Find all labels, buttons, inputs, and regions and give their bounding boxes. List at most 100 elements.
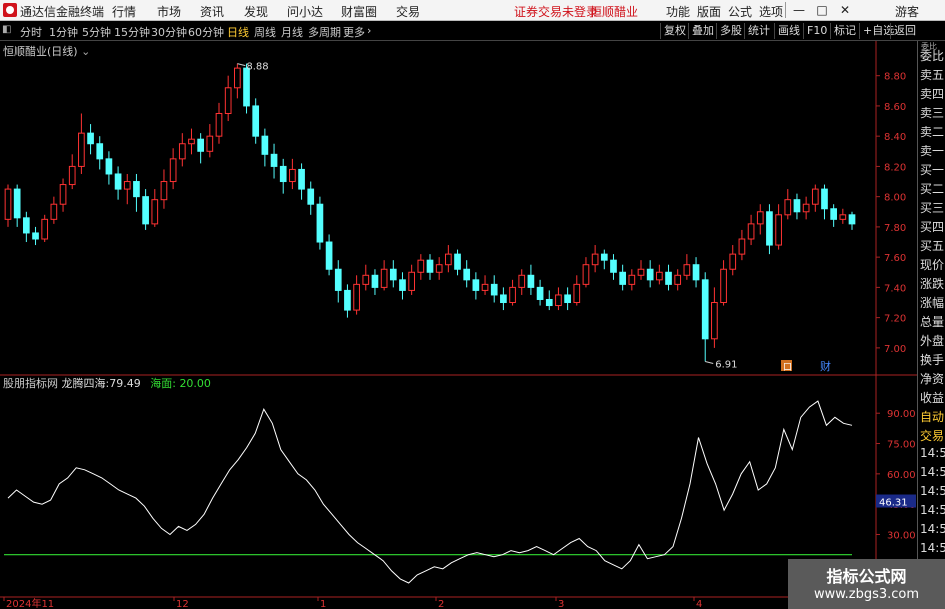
candle-body [509,286,516,304]
menu-zixun[interactable]: 资讯 [200,3,224,20]
candle-body [591,253,599,266]
candle-body [142,196,149,225]
maximize-icon[interactable]: □ [813,1,831,19]
period-5min[interactable]: 5分钟 [82,24,111,40]
menu-wenxiaoda[interactable]: 问小达 [287,3,323,20]
candle-body [610,259,617,273]
high-label: 8.88 [246,62,268,73]
stock-name: 恒顺醋业 [590,5,639,19]
duogu-button[interactable]: 多股 [716,23,745,39]
side-item[interactable]: 买五 [920,237,944,254]
menu-faxian[interactable]: 发现 [244,3,268,20]
side-item[interactable]: 卖二 [920,123,944,140]
candle-body [656,271,663,281]
menu-banmian[interactable]: 版面 [697,3,721,20]
candle-body [243,67,250,107]
side-item[interactable]: 换手 [920,351,944,368]
high-marker [237,63,246,67]
indicator-panel-title: 股朋指标网 龙腾四海:79.49 海面: 20.00 [3,377,211,390]
candle-body [13,188,21,219]
menu-hangqing[interactable]: 行情 [112,3,136,20]
watermark: 指标公式网 www.zbgs3.com [788,559,945,609]
event-badge-2-label: 财 [820,359,831,373]
period-more[interactable]: 更多 [343,24,365,40]
diejia-button[interactable]: 叠加 [688,23,717,39]
indicator-name[interactable]: 股朋指标网 [3,377,58,390]
side-item[interactable]: 14:5( [920,541,945,555]
side-item[interactable]: 净资 [920,370,944,387]
candle-body [692,264,700,281]
side-item[interactable]: 14:5( [920,484,945,498]
biaoji-button[interactable]: 标记 [830,23,859,39]
candle-body [500,294,507,304]
period-60min[interactable]: 60分钟 [188,24,224,40]
period-30min[interactable]: 30分钟 [151,24,187,40]
candle-body [545,298,553,307]
fuquan-button[interactable]: 复权 [660,23,689,39]
fanhui-button[interactable]: 返回 [890,23,919,39]
side-item[interactable]: 14:5( [920,446,945,460]
period-weekly[interactable]: 周线 [254,24,276,40]
side-item[interactable]: 现价 [920,256,944,273]
side-item[interactable]: 14:5( [920,465,945,479]
side-item[interactable]: 14:5( [920,503,945,517]
price-panel-title: 恒顺醋业(日线) ⌄ [3,43,90,59]
login-warning[interactable]: 证券交易未登录 [514,3,598,20]
side-item[interactable]: 卖四 [920,85,944,102]
side-item[interactable]: 自动 [920,408,944,425]
menu-jiaoyi[interactable]: 交易 [396,3,420,20]
f10-button[interactable]: F10 [803,23,830,39]
side-item[interactable]: 买二 [920,180,944,197]
candle-body [527,274,535,288]
period-1min[interactable]: 1分钟 [49,24,78,40]
collapse-icon[interactable]: ◧ [2,24,11,35]
side-item[interactable]: 交易 [920,427,944,444]
indicator-line-name: 龙腾四海 [61,377,106,390]
side-item[interactable]: 买三 [920,199,944,216]
period-daily[interactable]: 日线 [227,24,249,40]
side-item[interactable]: 委比 [920,47,944,64]
menu-shichang[interactable]: 市场 [157,3,181,20]
side-item[interactable]: 外盘 [920,332,944,349]
title-dropdown-icon[interactable]: ⌄ [81,45,90,58]
minimize-icon[interactable]: — [790,1,808,19]
candle-body [573,283,581,304]
period-monthly[interactable]: 月线 [281,24,303,40]
close-icon[interactable]: ✕ [836,1,854,19]
x-tick-label: 2 [438,599,444,609]
side-item[interactable]: 卖五 [920,66,944,83]
candle-body [463,268,471,281]
side-item[interactable]: 买一 [920,161,944,178]
side-item[interactable]: 总量 [920,313,944,330]
period-multi[interactable]: 多周期 [308,24,341,40]
candle-body [334,268,342,291]
tongji-button[interactable]: 统计 [744,23,773,39]
menu-xuanxiang[interactable]: 选项 [759,3,783,20]
side-item[interactable]: 买四 [920,218,944,235]
y-tick-label: 7.20 [884,314,906,325]
kline-chart[interactable]: 8.80 8.60 8.40 8.20 8.00 7.80 7.60 7.40 7.20 7.00… [0,41,917,609]
side-item[interactable]: 卖三 [920,104,944,121]
side-item[interactable]: 14:5( [920,522,945,536]
x-tick-label: 2024年11 [6,597,54,609]
menu-gongneng[interactable]: 功能 [666,3,690,20]
menu-gongshi[interactable]: 公式 [728,3,752,20]
y-tick-label: 8.20 [884,162,906,173]
candle-body [123,181,131,190]
menu-divider [785,2,786,18]
candle-body [628,274,636,285]
side-item[interactable]: 涨幅 [920,294,944,311]
guest-label[interactable]: 游客 [895,3,919,20]
side-item[interactable]: 收益 [920,389,944,406]
quote-side-panel: 委比 委比 卖五 卖四 卖三 卖二 卖一 买一 买二 买三 买四 买五 现价 涨跌 涨幅 总量 外盘 换手 净资 收益… [917,41,945,609]
side-item[interactable]: 卖一 [920,142,944,159]
candle-body [160,181,168,201]
period-15min[interactable]: 15分钟 [114,24,150,40]
huaxian-button[interactable]: 画线 [774,23,803,39]
more-arrow-icon[interactable]: › [367,24,371,37]
menu-bar: 通达信金融终端 行情 市场 资讯 发现 问小达 财富圈 交易 证券交易未登录 恒… [0,0,945,21]
watermark-url: www.zbgs3.com [813,587,920,602]
period-fenshi[interactable]: 分时 [20,24,42,40]
menu-caifuquan[interactable]: 财富圈 [341,3,377,20]
side-item[interactable]: 涨跌 [920,275,944,292]
